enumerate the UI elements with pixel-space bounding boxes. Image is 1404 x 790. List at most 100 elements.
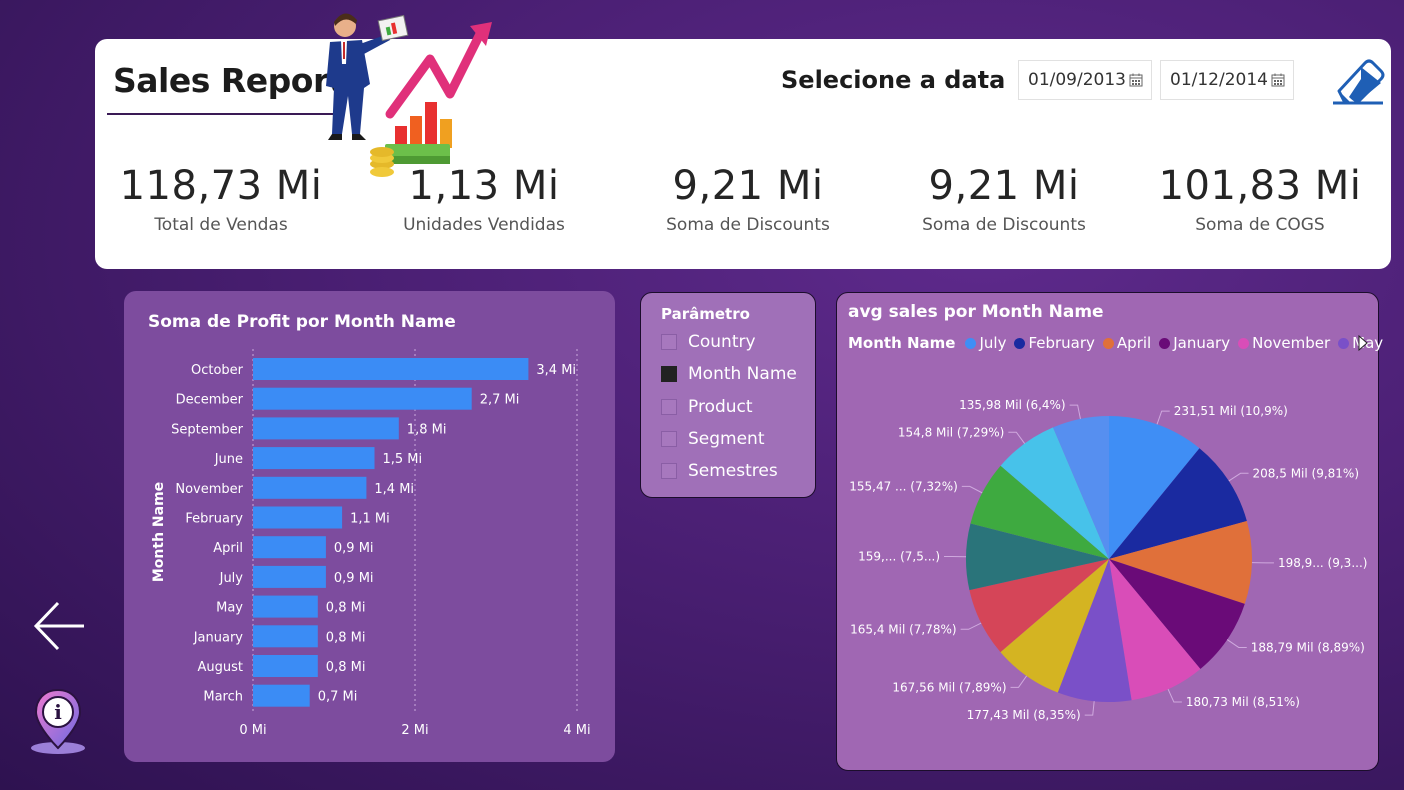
kpi-value: 118,73 Mi (119, 163, 323, 209)
kpi-value: 1,13 Mi (408, 163, 560, 209)
data-label: 1,8 Mi (407, 422, 447, 437)
bar[interactable] (253, 447, 375, 470)
kpi-unidades-vendidas: 1,13 Mi Unidades Vendidas (359, 163, 609, 235)
kpi-soma-de-cogs: 101,83 Mi Soma de COGS (1135, 163, 1385, 235)
kpi-label: Soma de Discounts (666, 215, 830, 235)
leader-line (1156, 410, 1170, 425)
data-label: 2,7 Mi (480, 393, 520, 408)
data-label: 0,9 Mi (334, 571, 374, 586)
avg-sales-pie-chart: 231,51 Mil (10,9%) 208,5 Mil (9,81%) 198,9… (849, 398, 1368, 722)
leader-line (1008, 431, 1026, 444)
pie-data-label: 177,43 Mil (8,35%) (967, 708, 1081, 722)
bar[interactable] (253, 595, 318, 618)
kpi-label: Unidades Vendidas (403, 215, 565, 235)
leader-line (960, 622, 982, 630)
slicer-item-semestres[interactable]: Semestres (661, 460, 778, 482)
data-label: 1,1 Mi (350, 512, 390, 527)
category-label: January (193, 630, 244, 645)
start-date-input[interactable]: 01/09/2013 (1018, 60, 1152, 100)
header-card: Sales Report Selecione a data 01/09/2013 (95, 13, 1391, 269)
slicer-item-month-name[interactable]: Month Name (661, 363, 797, 385)
bar[interactable] (253, 565, 326, 588)
leader-line (961, 485, 983, 494)
calendar-icon[interactable] (1129, 73, 1143, 87)
bar[interactable] (253, 387, 472, 410)
category-label: June (214, 452, 243, 467)
kpi-total-de-vendas: 118,73 Mi Total de Vendas (96, 163, 346, 235)
pie-data-label: 231,51 Mil (10,9%) (1174, 404, 1288, 418)
kpi-value: 9,21 Mi (928, 163, 1080, 209)
leader-line (1084, 701, 1095, 716)
pie-data-label: 198,9... (9,3...) (1278, 556, 1368, 570)
slicer-item-segment[interactable]: Segment (661, 428, 765, 450)
slicer-item-label: Product (688, 397, 753, 417)
category-label: May (216, 601, 243, 616)
slicer-item-label: Month Name (688, 364, 797, 384)
data-label: 3,4 Mi (536, 363, 576, 378)
pie-data-label: 135,98 Mil (6,4%) (959, 398, 1065, 412)
checkbox[interactable] (661, 334, 677, 350)
parameter-slicer: Parâmetro Country Month Name Product Seg… (640, 292, 816, 498)
svg-text:i: i (54, 700, 62, 724)
checkbox[interactable] (661, 431, 677, 447)
x-tick-label: 0 Mi (239, 723, 266, 738)
kpi-value: 9,21 Mi (672, 163, 824, 209)
end-date-input[interactable]: 01/12/2014 (1160, 60, 1294, 100)
leader-line (1226, 639, 1247, 648)
pie-data-label: 167,56 Mil (7,89%) (892, 680, 1006, 694)
bar[interactable] (253, 536, 326, 559)
kpi-soma-de-discounts: 9,21 Mi Soma de Discounts (623, 163, 873, 235)
bar[interactable] (253, 417, 399, 440)
category-label: February (185, 512, 243, 527)
pie-data-label: 165,4 Mil (7,78%) (850, 622, 957, 636)
pie-data-label: 159,... (7,5...) (858, 550, 940, 564)
kpi-label: Soma de Discounts (922, 215, 1086, 235)
leader-line (1069, 404, 1081, 419)
slicer-item-label: Semestres (688, 461, 778, 481)
category-label: July (219, 571, 244, 586)
info-icon[interactable]: i (28, 686, 88, 758)
eraser-icon[interactable] (1331, 57, 1385, 105)
x-tick-label: 4 Mi (563, 723, 590, 738)
calendar-icon[interactable] (1271, 73, 1285, 87)
bar[interactable] (253, 655, 318, 677)
slicer-item-product[interactable]: Product (661, 396, 753, 418)
bar[interactable] (253, 476, 367, 499)
back-arrow-icon[interactable] (32, 600, 88, 652)
checkbox-checked[interactable] (661, 366, 677, 382)
end-date-value: 01/12/2014 (1170, 70, 1268, 90)
bar[interactable] (253, 506, 343, 529)
category-label: December (176, 393, 244, 408)
leader-line (1010, 675, 1028, 688)
bar[interactable] (253, 684, 310, 707)
kpi-value: 101,83 Mi (1158, 163, 1362, 209)
pie-data-label: 154,8 Mil (7,29%) (898, 425, 1005, 439)
category-label: November (175, 482, 243, 497)
pie-data-label: 155,47 ... (7,32%) (849, 479, 958, 493)
profit-bar-chart: 0 Mi 2 Mi 4 Mi Month Name October 3,4 Mi Decem… (151, 349, 591, 738)
kpi-label: Total de Vendas (154, 215, 288, 235)
slicer-item-country[interactable]: Country (661, 331, 756, 353)
bar[interactable] (253, 625, 318, 648)
title-underline (107, 113, 339, 115)
data-label: 0,9 Mi (334, 541, 374, 556)
leader-line (1228, 472, 1249, 482)
pie-data-label: 208,5 Mil (9,81%) (1253, 466, 1360, 480)
category-label: April (213, 541, 243, 556)
category-label: March (203, 690, 243, 705)
category-label: August (198, 660, 244, 675)
profit-bar-chart-card: Soma de Profit por Month Name 0 Mi 2 Mi 4 … (124, 291, 615, 762)
data-label: 0,7 Mi (318, 690, 358, 705)
slicer-item-label: Country (688, 332, 756, 352)
bar[interactable] (253, 358, 529, 380)
pie-data-label: 180,73 Mil (8,51%) (1186, 695, 1300, 709)
checkbox[interactable] (661, 399, 677, 415)
start-date-value: 01/09/2013 (1028, 70, 1126, 90)
pie-data-label: 188,79 Mil (8,89%) (1251, 640, 1365, 654)
y-axis-title: Month Name (151, 482, 167, 582)
data-label: 1,4 Mi (374, 482, 414, 497)
kpi-soma-de-discounts-2: 9,21 Mi Soma de Discounts (879, 163, 1129, 235)
x-tick-label: 2 Mi (401, 723, 428, 738)
data-label: 1,5 Mi (383, 452, 423, 467)
checkbox[interactable] (661, 463, 677, 479)
